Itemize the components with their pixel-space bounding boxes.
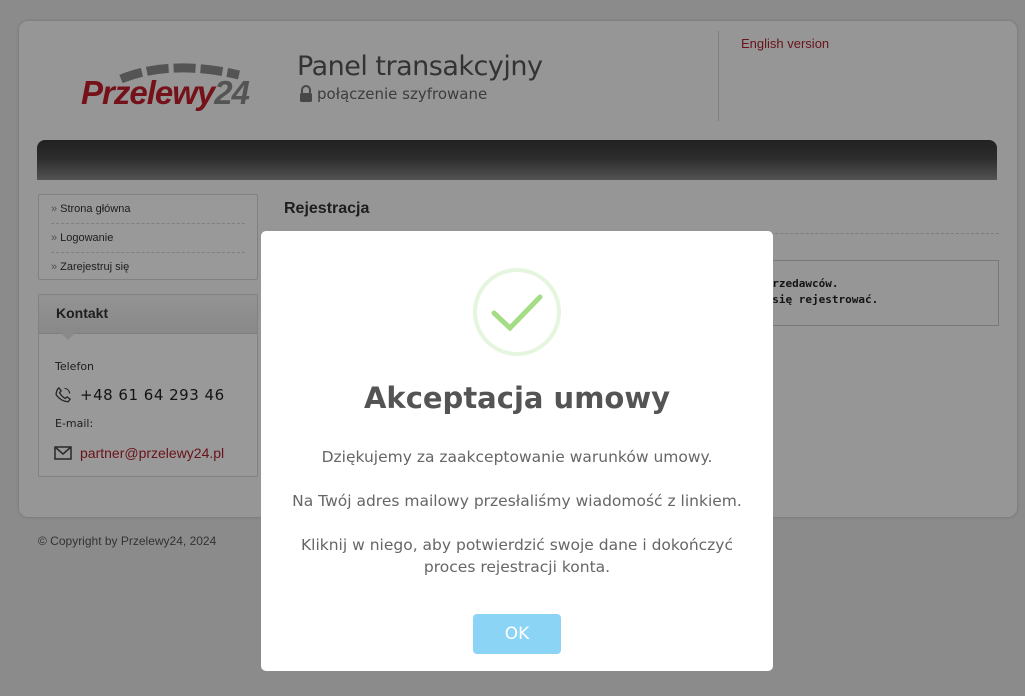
dialog-title: Akceptacja umowy: [363, 381, 671, 415]
dialog-text-instructions: Kliknij w niego, aby potwierdzić swoje d…: [300, 536, 734, 576]
dialog-text-email-sent: Na Twój adres mailowy przesłaliśmy wiado…: [292, 492, 742, 510]
ok-button[interactable]: OK: [473, 614, 561, 654]
acceptance-dialog: Akceptacja umowy Dziękujemy za zaakcepto…: [261, 231, 773, 671]
checkmark-icon: [473, 268, 561, 356]
dialog-text-thanks: Dziękujemy za zaakceptowanie warunków um…: [321, 448, 713, 466]
